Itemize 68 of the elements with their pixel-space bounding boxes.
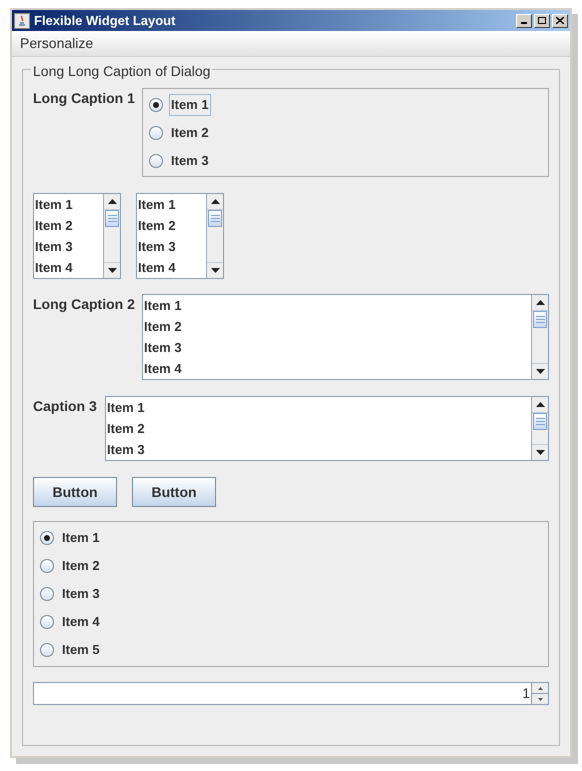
radio-button[interactable] [40, 587, 54, 601]
radio-button[interactable] [149, 126, 163, 140]
push-button[interactable]: Button [33, 477, 117, 507]
maximize-icon [538, 17, 546, 24]
radio-label[interactable]: Item 5 [60, 639, 102, 661]
scroll-thumb[interactable] [105, 210, 119, 227]
radio-button[interactable] [149, 98, 163, 112]
radio-label[interactable]: Item 1 [60, 527, 102, 549]
radio-button[interactable] [40, 615, 54, 629]
maximize-button[interactable] [534, 14, 550, 28]
up-arrow-icon [210, 199, 220, 204]
list-item[interactable]: Item 3 [35, 236, 103, 257]
up-arrow-icon [108, 199, 116, 204]
close-icon [556, 17, 564, 24]
close-button[interactable] [552, 14, 568, 28]
scrollbar[interactable] [103, 194, 120, 278]
down-arrow-icon [108, 268, 116, 273]
up-arrow-icon [538, 686, 542, 690]
radio-label[interactable]: Item 3 [169, 150, 211, 172]
up-arrow-icon [536, 300, 544, 305]
down-arrow-icon [536, 450, 544, 455]
app-icon [14, 12, 30, 28]
list-item[interactable]: Item 1 [144, 295, 531, 316]
field-caption: Long Caption 1 [33, 89, 136, 108]
field-caption: Caption 3 [33, 397, 98, 416]
menu-item[interactable]: Personalize [20, 33, 94, 54]
list-box[interactable]: Item 1 Item 2 Item 3 Item 4 [136, 193, 224, 279]
list-box[interactable]: Item 1 Item 2 Item 3 Item 4 [142, 294, 549, 380]
spinner-value: 1 [521, 684, 531, 703]
radio-button[interactable] [40, 643, 54, 657]
scroll-thumb[interactable] [533, 413, 547, 430]
scrollbar[interactable] [531, 295, 548, 379]
scroll-thumb[interactable] [533, 311, 547, 328]
list-item[interactable]: Item 2 [107, 418, 531, 439]
scrollbar[interactable] [206, 194, 223, 278]
radio-label[interactable]: Item 1 [169, 94, 211, 116]
list-item[interactable]: Item 2 [144, 316, 531, 337]
down-arrow-icon [538, 698, 542, 700]
radio-label[interactable]: Item 2 [60, 555, 102, 577]
scrollbar[interactable] [531, 397, 548, 460]
list-item[interactable]: Item 3 [138, 236, 206, 257]
minimize-button[interactable] [516, 14, 532, 28]
list-item[interactable]: Item 1 [138, 194, 206, 215]
list-box[interactable]: Item 1 Item 2 Item 3 Item 4 [33, 193, 121, 279]
list-item[interactable]: Item 4 [35, 257, 103, 278]
radio-button[interactable] [40, 531, 54, 545]
radio-button[interactable] [40, 559, 54, 573]
list-box[interactable]: Item 1 Item 2 Item 3 [105, 396, 549, 461]
radio-label[interactable]: Item 4 [60, 611, 102, 633]
list-item[interactable]: Item 3 [107, 439, 531, 460]
radio-button[interactable] [149, 154, 163, 168]
list-item[interactable]: Item 2 [138, 215, 206, 236]
list-item[interactable]: Item 4 [144, 358, 531, 379]
scroll-thumb[interactable] [208, 210, 222, 227]
spinner-field[interactable]: 1 [33, 682, 549, 705]
push-button[interactable]: Button [132, 477, 216, 507]
window-title: Flexible Widget Layout [34, 12, 176, 30]
up-arrow-icon [536, 402, 544, 407]
list-item[interactable]: Item 1 [35, 194, 103, 215]
list-item[interactable]: Item 3 [144, 337, 531, 358]
list-item[interactable]: Item 2 [35, 215, 103, 236]
list-item[interactable]: Item 1 [107, 397, 531, 418]
down-arrow-icon [210, 268, 220, 273]
field-caption: Long Caption 2 [33, 295, 136, 314]
radio-label[interactable]: Item 3 [60, 583, 102, 605]
radio-label[interactable]: Item 2 [169, 122, 211, 144]
list-item[interactable]: Item 4 [138, 257, 206, 278]
down-arrow-icon [536, 369, 544, 374]
